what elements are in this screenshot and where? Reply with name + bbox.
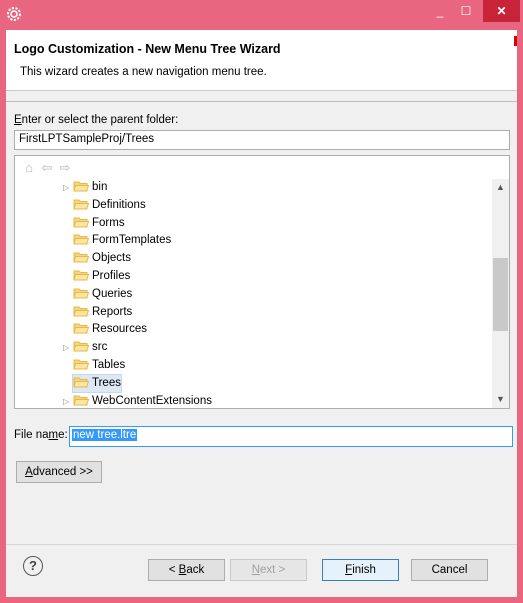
- help-icon[interactable]: ?: [23, 556, 43, 576]
- app-gear-icon: [7, 7, 21, 21]
- parent-folder-input[interactable]: FirstLPTSampleProj/Trees: [14, 130, 510, 150]
- cancel-button[interactable]: Cancel: [411, 559, 488, 581]
- wizard-client: Logo Customization - New Menu Tree Wizar…: [6, 30, 517, 597]
- folder-tree[interactable]: ⌂ ⇦ ⇨ ▷ bin Definitions Forms FormTemplates O…: [14, 155, 510, 409]
- folder-icon: [73, 323, 89, 334]
- folder-icon: [73, 359, 89, 370]
- tree-item[interactable]: Tables: [73, 357, 125, 374]
- wizard-description: This wizard creates a new navigation men…: [20, 66, 267, 78]
- tree-item-label: src: [92, 341, 108, 354]
- finish-button[interactable]: Finish: [322, 559, 399, 581]
- scroll-down-arrow-icon[interactable]: ▼: [492, 391, 509, 408]
- tree-item[interactable]: FormTemplates: [73, 232, 171, 249]
- title-bar[interactable]: _ ☐ ✕: [0, 0, 523, 30]
- maximize-button[interactable]: ☐: [453, 0, 479, 22]
- footer-separator: [6, 544, 517, 545]
- tree-item[interactable]: Resources: [73, 321, 147, 338]
- scroll-up-arrow-icon[interactable]: ▲: [492, 179, 509, 196]
- expand-arrow-icon[interactable]: ▷: [63, 339, 73, 356]
- file-name-label: File name:: [14, 429, 68, 441]
- expand-arrow-icon[interactable]: ▷: [63, 179, 73, 196]
- tree-item-label: Profiles: [92, 270, 131, 282]
- tree-item-label: Tables: [92, 359, 126, 371]
- back-arrow-icon[interactable]: ⇦: [39, 160, 55, 176]
- tree-item[interactable]: Queries: [73, 286, 132, 303]
- wizard-title: Logo Customization - New Menu Tree Wizar…: [14, 42, 281, 56]
- folder-icon: [73, 288, 89, 299]
- tree-item[interactable]: Trees: [72, 373, 122, 393]
- folder-icon: [73, 217, 89, 228]
- tree-item-label: bin: [92, 181, 108, 193]
- tree-item-label: Resources: [92, 323, 147, 336]
- advanced-button[interactable]: Advanced >>: [16, 461, 102, 483]
- folder-icon: [73, 377, 89, 388]
- folder-icon: [73, 234, 89, 245]
- folder-icon: [73, 252, 89, 263]
- folder-icon: [73, 341, 89, 352]
- header-marker: [514, 36, 517, 46]
- folder-icon: [73, 395, 89, 406]
- tree-item-label: Trees: [92, 376, 121, 389]
- tree-item-label: Forms: [92, 216, 125, 229]
- next-button[interactable]: Next >: [230, 559, 307, 581]
- forward-arrow-icon[interactable]: ⇨: [57, 160, 73, 176]
- wizard-window: _ ☐ ✕ Logo Customization - New Menu Tree…: [0, 0, 523, 603]
- folder-icon: [73, 270, 89, 281]
- tree-item[interactable]: ▷ src: [63, 339, 107, 356]
- parent-folder-label: Enter or select the parent folder:: [14, 114, 179, 126]
- tree-item[interactable]: ▷ WebContentExtensions: [63, 393, 212, 408]
- tree-item-label: FormTemplates: [92, 234, 172, 247]
- scroll-thumb[interactable]: [493, 258, 508, 331]
- tree-item[interactable]: Profiles: [73, 268, 130, 285]
- folder-icon: [73, 199, 89, 210]
- close-button[interactable]: ✕: [483, 0, 520, 22]
- file-name-value: new tree.ltre: [72, 429, 138, 441]
- tree-item[interactable]: Reports: [73, 304, 132, 321]
- home-icon[interactable]: ⌂: [21, 160, 37, 176]
- header-separator: [6, 101, 517, 102]
- tree-item-label: Objects: [92, 252, 131, 265]
- minimize-button[interactable]: _: [427, 0, 453, 22]
- tree-item-label: WebContentExtensions: [92, 394, 212, 407]
- wizard-header: Logo Customization - New Menu Tree Wizar…: [6, 30, 517, 91]
- tree-item-label: Queries: [92, 287, 133, 300]
- tree-item[interactable]: Forms: [73, 215, 125, 232]
- tree-scrollbar[interactable]: ▲ ▼: [492, 179, 509, 408]
- folder-icon: [73, 181, 89, 192]
- tree-items: ▷ bin Definitions Forms FormTemplates Objects…: [15, 179, 492, 408]
- tree-item[interactable]: ▷ bin: [63, 179, 107, 196]
- tree-item[interactable]: Objects: [73, 250, 131, 267]
- tree-item[interactable]: Definitions: [73, 197, 146, 214]
- back-button[interactable]: < Back: [148, 559, 225, 581]
- folder-icon: [73, 306, 89, 317]
- tree-item-label: Reports: [92, 305, 133, 318]
- tree-item-label: Definitions: [92, 198, 146, 211]
- expand-arrow-icon[interactable]: ▷: [63, 393, 73, 408]
- file-name-input[interactable]: new tree.ltre: [69, 426, 513, 447]
